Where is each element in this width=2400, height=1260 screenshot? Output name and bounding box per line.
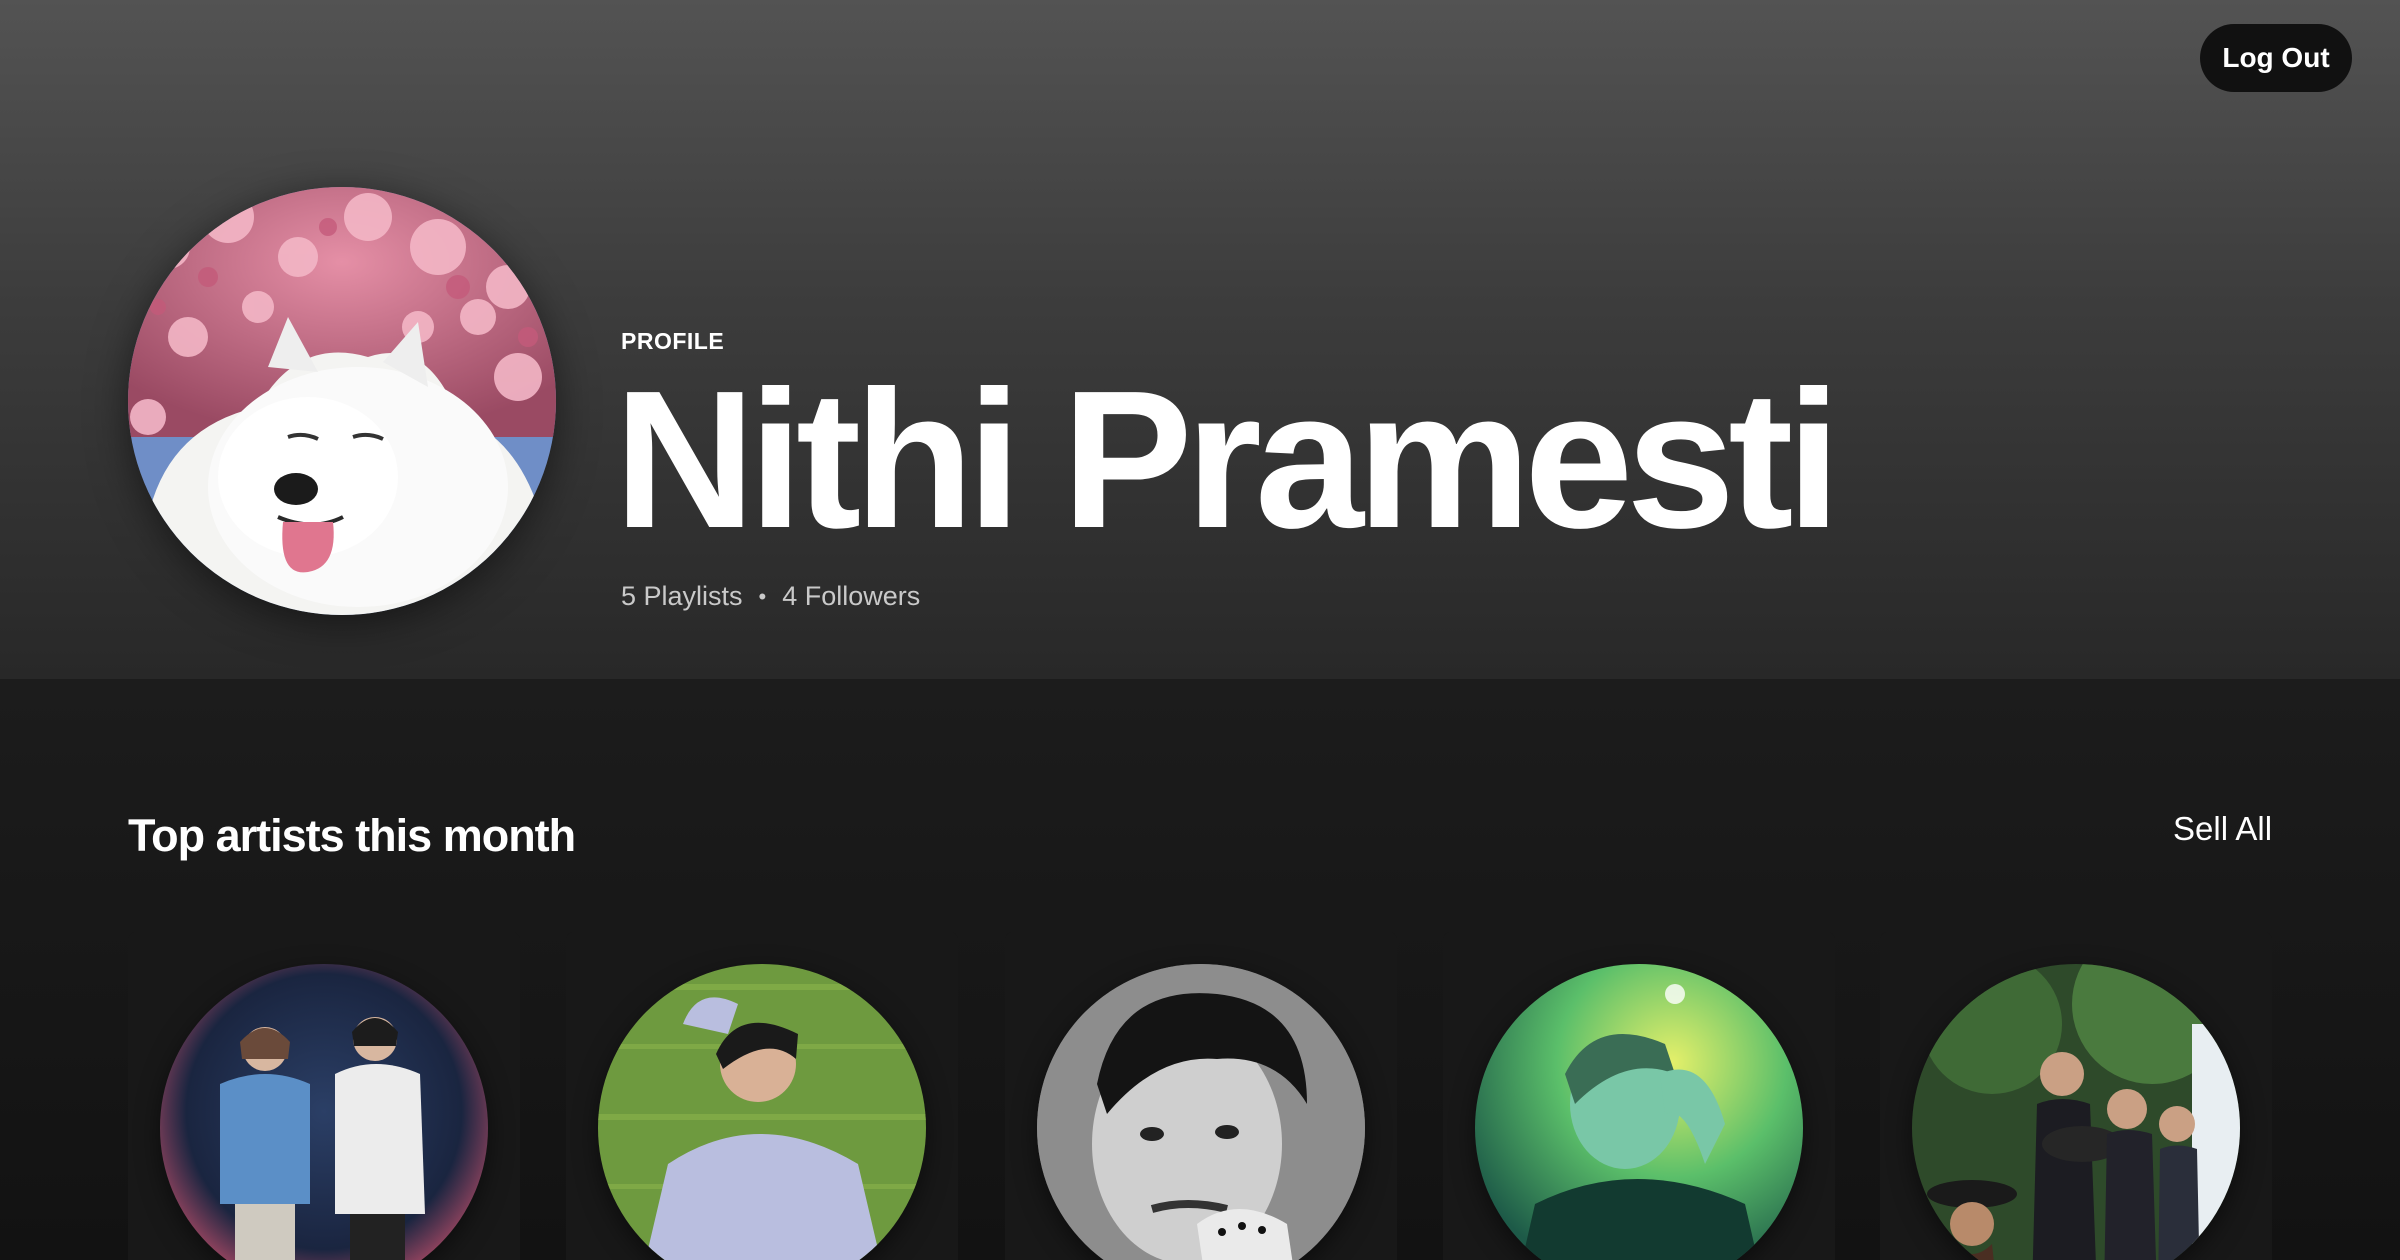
logout-button[interactable]: Log Out xyxy=(2200,24,2352,92)
artist-image xyxy=(1912,964,2240,1260)
section-title-top-artists: Top artists this month xyxy=(128,810,576,861)
artist-band-photo xyxy=(1912,964,2240,1260)
artist-duo-photo xyxy=(160,964,488,1260)
profile-page: Log Out PROFILE Nithi Pramesti 5 Playlis… xyxy=(0,0,2400,1260)
artist-card[interactable] xyxy=(566,932,958,1260)
stats-separator: • xyxy=(758,583,767,609)
artist-card[interactable] xyxy=(1005,932,1397,1260)
artist-green-portrait-photo xyxy=(1475,964,1803,1260)
artist-image xyxy=(160,964,488,1260)
top-artists-row xyxy=(128,932,2272,1260)
profile-avatar xyxy=(128,187,556,615)
main-content: Top artists this month Sell All xyxy=(0,679,2400,1260)
artist-card[interactable] xyxy=(1880,932,2272,1260)
profile-display-name: Nithi Pramesti xyxy=(614,350,1841,569)
see-all-link[interactable]: Sell All xyxy=(2173,810,2272,848)
playlists-count[interactable]: 5 Playlists xyxy=(621,581,743,612)
artist-card[interactable] xyxy=(1443,932,1835,1260)
artist-bw-portrait-photo xyxy=(1037,964,1365,1260)
artist-image xyxy=(1475,964,1803,1260)
artist-card[interactable] xyxy=(128,932,520,1260)
artist-image xyxy=(598,964,926,1260)
profile-header: Log Out PROFILE Nithi Pramesti 5 Playlis… xyxy=(0,0,2400,679)
profile-stats: 5 Playlists • 4 Followers xyxy=(621,581,920,612)
artist-hoodie-photo xyxy=(598,964,926,1260)
artist-image xyxy=(1037,964,1365,1260)
followers-count[interactable]: 4 Followers xyxy=(782,581,920,612)
samoyed-avatar-image xyxy=(128,187,556,615)
